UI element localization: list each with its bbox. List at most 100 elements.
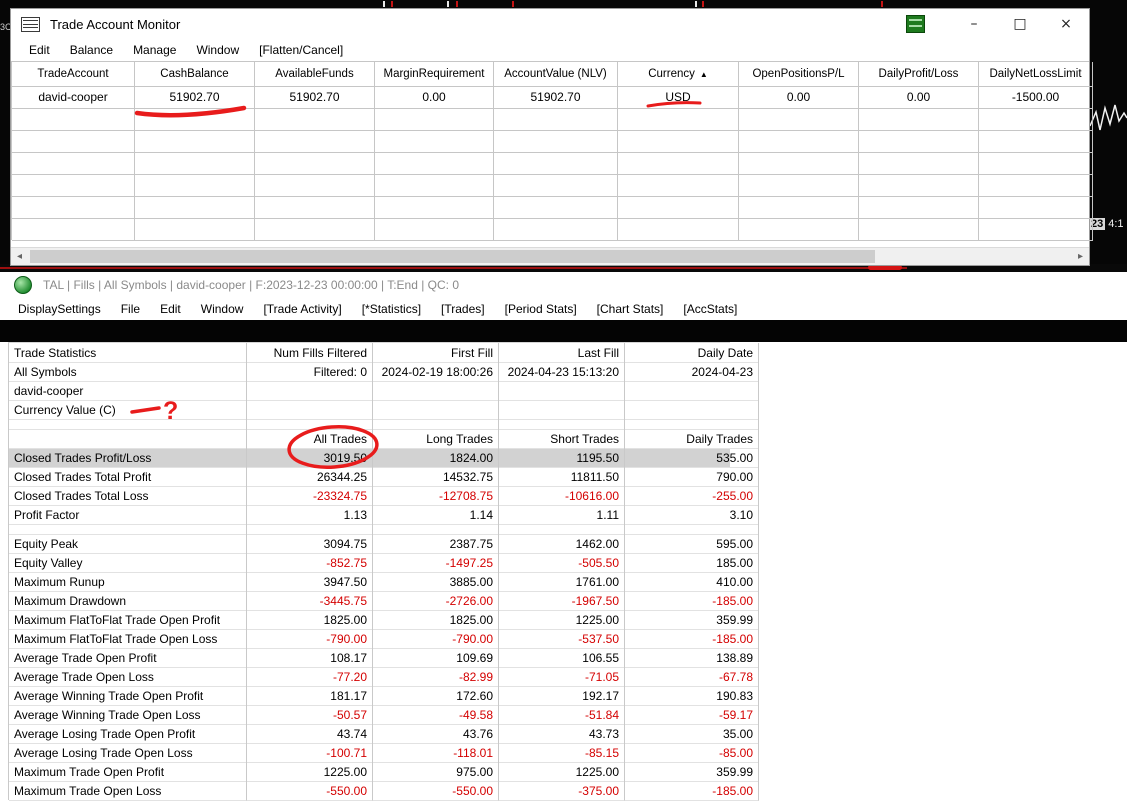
stats-row-average-trade-open-loss[interactable]: Average Trade Open Loss -77.20 -82.99 -71.0… <box>9 667 759 687</box>
column-header-label: DailyNetLossLimit <box>989 68 1082 80</box>
stats-value: -118.01 <box>373 743 499 763</box>
menu-item-trades[interactable]: [Trades] <box>431 302 495 316</box>
stats-row-maximum-drawdown[interactable]: Maximum Drawdown -3445.75 -2726.00 -1967.50… <box>9 591 759 611</box>
stats-value: 190.83 <box>625 686 759 706</box>
stats-row-maximum-trade-open-profit[interactable]: Maximum Trade Open Profit 1225.00 975.00 12… <box>9 762 759 782</box>
stats-row-equity-valley[interactable]: Equity Valley -852.75 -1497.25 -505.50 185.0… <box>9 553 759 573</box>
menu-item-window[interactable]: Window <box>191 302 254 316</box>
empty-cell <box>375 196 494 219</box>
column-header-cashbalance[interactable]: CashBalance <box>135 62 255 87</box>
column-header-currency[interactable]: Currency ▲ <box>618 62 739 87</box>
stats-value: 975.00 <box>373 762 499 782</box>
stats-label: Maximum Runup <box>9 572 247 592</box>
maximize-button[interactable]: □ <box>997 9 1043 39</box>
stats-row-blank[interactable] <box>9 419 759 430</box>
column-header-accountvalue-nlv[interactable]: AccountValue (NLV) <box>494 62 618 87</box>
axis-time-label: 4:1 <box>1108 218 1124 230</box>
stats-value: -82.99 <box>373 667 499 687</box>
stats-row-maximum-trade-open-loss[interactable]: Maximum Trade Open Loss -550.00 -550.00 -37… <box>9 781 759 801</box>
stats-row-closed-trades-total-loss[interactable]: Closed Trades Total Loss -23324.75 -12708.… <box>9 486 759 506</box>
empty-cell <box>375 152 494 175</box>
column-header-marginrequirement[interactable]: MarginRequirement <box>375 62 494 87</box>
stats-value: -12708.75 <box>373 486 499 506</box>
stats-value <box>373 400 499 420</box>
stats-value: All Trades <box>247 429 373 449</box>
stats-row-closed-trades-profit-loss[interactable]: Closed Trades Profit/Loss 3019.50 1824.00 1… <box>9 448 759 468</box>
menu-item-statistics[interactable]: [*Statistics] <box>352 302 431 316</box>
candle-tick <box>695 1 697 7</box>
background-chart-right-sliver: 23 4:1 <box>1088 8 1127 270</box>
stats-row-average-trade-open-profit[interactable]: Average Trade Open Profit 108.17 109.69 106… <box>9 648 759 668</box>
stats-value: 43.76 <box>373 724 499 744</box>
stats-value: -790.00 <box>247 629 373 649</box>
stats-row-profit-factor[interactable]: Profit Factor 1.13 1.14 1.11 3.10 <box>9 505 759 525</box>
menu-item-chart-stats[interactable]: [Chart Stats] <box>587 302 674 316</box>
menu-item-period-stats[interactable]: [Period Stats] <box>495 302 587 316</box>
scrollbar-thumb[interactable] <box>30 250 875 263</box>
stats-row-equity-peak[interactable]: Equity Peak 3094.75 2387.75 1462.00 595.00 <box>9 534 759 554</box>
stats-row-average-losing-trade-open-profit[interactable]: Average Losing Trade Open Profit 43.74 43.… <box>9 724 759 744</box>
stats-row-maximum-runup[interactable]: Maximum Runup 3947.50 3885.00 1761.00 410.00 <box>9 572 759 592</box>
empty-cell <box>979 108 1093 131</box>
column-header-dailynetlosslimit[interactable]: DailyNetLossLimit <box>979 62 1093 87</box>
titlebar[interactable]: TAL | Fills | All Symbols | david-cooper… <box>0 272 1127 297</box>
stats-value: -550.00 <box>373 781 499 801</box>
stats-value: -255.00 <box>625 486 759 506</box>
window-title: Trade Account Monitor <box>50 16 181 32</box>
stats-row-blank[interactable]: All Trades Long Trades Short Trades Daily T… <box>9 429 759 449</box>
menu-item-balance[interactable]: Balance <box>60 43 123 57</box>
menu-item-window[interactable]: Window <box>186 43 249 57</box>
empty-cell <box>979 130 1093 153</box>
stats-label: Average Trade Open Loss <box>9 667 247 687</box>
menu-item-edit[interactable]: Edit <box>19 43 60 57</box>
menu-item-accstats[interactable]: [AccStats] <box>673 302 747 316</box>
dom-ladder-icon[interactable] <box>906 15 925 33</box>
horizontal-scrollbar[interactable]: ◂ ▸ <box>11 247 1089 265</box>
stats-row-average-winning-trade-open-profit[interactable]: Average Winning Trade Open Profit 181.17 1… <box>9 686 759 706</box>
stats-row-currency-value-c[interactable]: Currency Value (C) <box>9 400 759 420</box>
titlebar[interactable]: Trade Account Monitor – □ × <box>11 9 1089 39</box>
stats-row-david-cooper[interactable]: david-cooper <box>9 381 759 401</box>
empty-row <box>11 218 1093 241</box>
account-cell-tradeaccount: david-cooper <box>12 86 135 109</box>
minimize-button[interactable]: – <box>951 9 997 39</box>
menu-item-file[interactable]: File <box>111 302 150 316</box>
menu-item-trade-activity[interactable]: [Trade Activity] <box>253 302 351 316</box>
menu-item-manage[interactable]: Manage <box>123 43 186 57</box>
empty-cell <box>255 218 375 241</box>
column-header-availablefunds[interactable]: AvailableFunds <box>255 62 375 87</box>
stats-row-trade-statistics[interactable]: Trade Statistics Num Fills Filtered First … <box>9 343 759 363</box>
stats-label: Equity Peak <box>9 534 247 554</box>
empty-cell <box>618 152 739 175</box>
stats-row-blank[interactable] <box>9 524 759 535</box>
menu-item-displaysettings[interactable]: DisplaySettings <box>8 302 111 316</box>
stats-row-average-winning-trade-open-loss[interactable]: Average Winning Trade Open Loss -50.57 -49… <box>9 705 759 725</box>
stats-row-closed-trades-total-profit[interactable]: Closed Trades Total Profit 26344.25 14532.… <box>9 467 759 487</box>
stats-label: Currency Value (C) <box>9 400 247 420</box>
empty-cell <box>135 174 255 197</box>
stats-value: 1824.00 <box>373 448 499 468</box>
column-header-dailyprofit-loss[interactable]: DailyProfit/Loss <box>859 62 979 87</box>
menu-item-flatten-cancel[interactable]: [Flatten/Cancel] <box>249 43 353 57</box>
scroll-right-icon[interactable]: ▸ <box>1072 251 1089 262</box>
stats-row-maximum-flattoflat-trade-open-profit[interactable]: Maximum FlatToFlat Trade Open Profit 1825… <box>9 610 759 630</box>
stats-value: 359.99 <box>625 610 759 630</box>
filter-bar <box>0 320 1127 342</box>
empty-cell <box>494 152 618 175</box>
candle-tick <box>447 1 449 7</box>
scroll-left-icon[interactable]: ◂ <box>11 251 28 262</box>
scrollbar-track[interactable] <box>28 248 1072 265</box>
stats-row-maximum-flattoflat-trade-open-loss[interactable]: Maximum FlatToFlat Trade Open Loss -790.0… <box>9 629 759 649</box>
stats-row-average-losing-trade-open-loss[interactable]: Average Losing Trade Open Loss -100.71 -11… <box>9 743 759 763</box>
empty-cell <box>135 108 255 131</box>
account-cell-dailynetlosslimit: -1500.00 <box>979 86 1093 109</box>
menu-item-edit[interactable]: Edit <box>150 302 191 316</box>
stats-value: 108.17 <box>247 648 373 668</box>
stats-row-all-symbols[interactable]: All Symbols Filtered: 0 2024-02-19 18:00:2… <box>9 362 759 382</box>
column-header-openpositionsp-l[interactable]: OpenPositionsP/L <box>739 62 859 87</box>
account-row[interactable]: david-cooper 51902.70 51902.70 0.00 51902.70… <box>11 86 1093 109</box>
column-header-tradeaccount[interactable]: TradeAccount <box>12 62 135 87</box>
stats-value: 3.10 <box>625 505 759 525</box>
close-button[interactable]: × <box>1043 9 1089 39</box>
stats-label <box>9 429 247 449</box>
